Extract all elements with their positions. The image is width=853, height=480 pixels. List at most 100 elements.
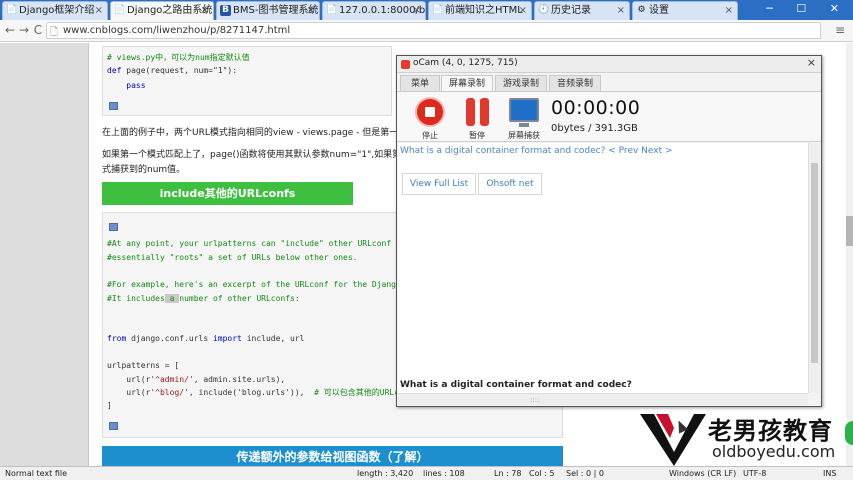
side-badge-icon[interactable] [845,421,853,445]
code-string: ^admin/ [155,375,189,384]
view-full-list-button[interactable]: View Full List [402,173,476,195]
insert-mode: INS [823,469,837,478]
tab-django-intro[interactable]: 📄 Django框架介绍 × [2,1,108,20]
copy-code-icon[interactable] [109,422,118,430]
ohsoft-net-button[interactable]: Ohsoft net [478,173,542,195]
prev-next-links[interactable]: < Prev Next > [608,146,672,156]
code-keyword: from [107,334,127,343]
address-bar: ← → C 🗋 www.cnblogs.com/liwenzhou/p/8271… [0,20,853,42]
copy-code-icon[interactable] [109,223,118,231]
gear-icon: ⚙ [637,5,646,15]
code-line: #For example, here's an excerpt of the U… [107,280,396,289]
code-text: #It includes [107,294,165,303]
reload-icon[interactable]: C [31,23,45,37]
selection: Sel : 0 | 0 [566,469,604,478]
back-icon[interactable]: ← [3,23,17,37]
page-icon: 📄 [114,5,126,15]
code-line: url(r'^blog/', include('blog.urls')), # … [107,388,399,398]
close-icon[interactable]: × [725,2,733,19]
tab-frontend-html[interactable]: 📄 前端知识之HTML × [428,1,532,20]
code-text: include, url [241,334,305,343]
pause-icon [466,98,490,126]
pause-label: 暂停 [469,131,485,140]
eol-format: Windows (CR LF) [669,469,737,478]
scrollbar-thumb[interactable] [846,216,853,246]
divider [88,43,89,466]
monitor-stand [519,123,529,127]
ocam-vertical-scrollbar[interactable] [808,143,820,393]
close-icon[interactable]: × [519,2,527,19]
tab-bms[interactable]: B BMS-图书管理系统 × [216,1,320,20]
close-icon[interactable]: × [617,2,625,19]
page-icon: 📄 [6,5,18,15]
tab-label: 历史记录 [551,5,591,16]
url-input[interactable]: 🗋 www.cnblogs.com/liwenzhou/p/8271147.ht… [46,22,821,39]
code-string: ^blog/ [155,388,185,397]
forward-icon[interactable]: → [17,23,31,37]
faq-link[interactable]: What is a digital container format and c… [400,146,605,156]
tab-screen-record[interactable]: 屏幕录制 [441,75,493,91]
tab-settings[interactable]: ⚙ 设置 × [632,1,738,20]
code-line: def page(request, num="1"): [107,66,237,76]
tab-history[interactable]: 🕘 历史记录 × [534,1,630,20]
code-keyword: def [107,66,122,75]
tab-localhost[interactable]: 📄 127.0.0.1:8000/b × [322,1,426,20]
ocam-titlebar[interactable]: oCam (4, 0, 1275, 715) × [397,56,821,73]
tab-audio-record[interactable]: 音频录制 [549,75,601,91]
page-icon: 🗋 [50,27,59,38]
tab-label: Django之路由系统 [127,5,213,16]
ocam-window: oCam (4, 0, 1275, 715) × 菜单 屏幕录制 游戏录制 音频… [396,55,822,407]
window-controls[interactable]: ─ ☐ ✕ [766,2,849,15]
ocam-logo-icon [401,60,410,69]
left-gutter [0,43,88,466]
cursor-line: Ln : 78 [494,469,522,478]
ocam-toolbar: 停止 暂停 屏幕捕获 00:00:00 0bytes / 391.3GB [397,91,821,142]
section-heading-extra-args: 传递额外的参数给视图函数（了解） [102,446,563,466]
recording-timer: 00:00:00 [551,97,641,119]
close-icon[interactable]: × [413,2,421,19]
file-type: Normal text file [5,469,68,478]
copy-code-icon[interactable] [109,102,118,110]
doc-length: length : 3,420 [357,469,414,478]
code-line: from django.conf.urls import include, ur… [107,334,305,344]
paragraph: 在上面的例子中，两个URL模式指向相同的view - views.page - … [102,128,399,138]
url-text: www.cnblogs.com/liwenzhou/p/8271147.html [63,25,291,36]
stop-icon [415,97,445,127]
bms-icon: B [220,5,231,16]
tab-django-routing[interactable]: 📄 Django之路由系统 × [110,1,214,20]
close-icon[interactable]: × [201,2,209,19]
code-line: url(r'^admin/', admin.site.urls), [107,375,285,385]
paragraph: 式捕获到的num值。 [102,165,186,175]
code-comment: # 可以包含其他的URLc [314,388,400,397]
code-text: url(r' [107,388,156,397]
section-heading-include: include其他的URLconfs [102,182,353,205]
menu-icon[interactable]: ≡ [835,23,845,37]
resize-grip[interactable]: :::: [530,396,539,404]
code-text: django.conf.urls [126,334,213,343]
highlighted-text: a [164,294,180,303]
faq-link-line: What is a digital container format and c… [400,146,673,156]
tab-label: Django框架介绍 [19,5,95,16]
code-line: #essentially "roots" a set of URLs below… [107,253,358,262]
tab-game-record[interactable]: 游戏录制 [495,75,547,91]
monitor-icon [509,98,539,122]
tab-menu[interactable]: 菜单 [400,75,440,91]
paragraph: 如果第一个模式匹配上了，page()函数将使用其默认参数num="1",如果第 [102,150,402,160]
ocam-content-area: What is a digital container format and c… [398,143,808,393]
page-icon: 📄 [326,5,338,15]
scrollbar-thumb[interactable] [811,163,818,363]
close-icon[interactable]: × [807,56,816,69]
close-icon[interactable]: × [307,2,315,19]
code-keyword: import [212,334,242,343]
code-text: ', admin.site.urls), [188,375,286,384]
encoding: UTF-8 [743,469,767,478]
browser-tab-strip: 📄 Django框架介绍 × 📄 Django之路由系统 × B BMS-图书管… [0,0,853,20]
pause-bar [480,98,489,126]
code-line: #It includes a number of other URLconfs: [107,294,300,304]
ocam-horizontal-scrollbar[interactable]: :::: [398,393,808,405]
doc-lines: lines : 108 [423,469,465,478]
code-line: ] [107,401,112,410]
close-icon[interactable]: × [95,2,103,19]
page-scrollbar[interactable] [846,43,853,466]
watermark: 老男孩教育 oldboyedu.com [638,408,853,466]
